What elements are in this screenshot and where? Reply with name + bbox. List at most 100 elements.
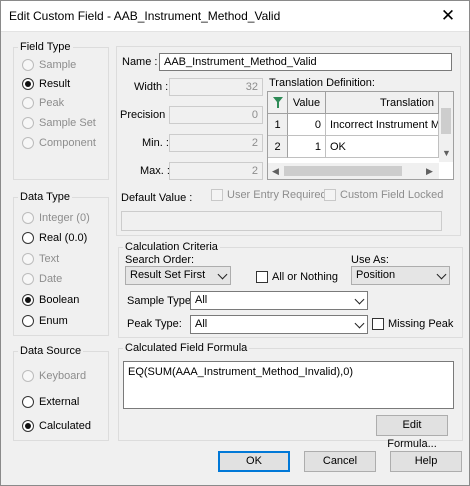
sample-type-value: All (195, 294, 208, 306)
min-label: Min. : (142, 137, 169, 149)
precision-label: Precision : (120, 109, 172, 121)
checkbox-box (256, 271, 268, 283)
use-as-select[interactable]: Position (351, 266, 450, 285)
radio-data-source-external[interactable]: External (22, 395, 79, 409)
translation-text-cell[interactable]: Incorrect Instrument Met (326, 114, 439, 136)
chevron-down-icon (436, 269, 447, 280)
custom-field-locked-checkbox[interactable]: Custom Field Locked (324, 189, 443, 201)
radio-data-source-keyboard[interactable]: Keyboard (22, 369, 86, 383)
radio-data-type-integer[interactable]: Integer (0) (22, 211, 90, 225)
min-field[interactable]: 2 (169, 134, 263, 152)
radio-dot (22, 294, 34, 306)
radio-label: Keyboard (39, 370, 87, 382)
scroll-left-arrow-icon[interactable]: ◀ (272, 166, 279, 177)
default-value-field[interactable] (121, 211, 442, 231)
precision-field[interactable]: 0 (169, 106, 263, 124)
translation-vertical-scrollbar[interactable]: ▼ (439, 92, 453, 162)
radio-field-type-sample[interactable]: Sample (22, 58, 76, 72)
grid-filter-icon (272, 97, 283, 108)
scroll-down-arrow-icon[interactable]: ▼ (442, 148, 451, 158)
use-as-value: Position (356, 269, 396, 281)
width-label: Width : (134, 81, 169, 93)
edit-custom-field-dialog: Edit Custom Field - AAB_Instrument_Metho… (0, 0, 470, 486)
ok-button[interactable]: OK (218, 451, 290, 472)
scrollbar-thumb[interactable] (284, 166, 402, 176)
radio-label: External (39, 396, 80, 408)
radio-field-type-component[interactable]: Component (22, 136, 96, 150)
checkbox-label: User Entry Required (227, 189, 327, 201)
radio-label: Peak (39, 97, 65, 109)
peak-type-select[interactable]: All (190, 315, 368, 334)
sample-type-select[interactable]: All (190, 291, 368, 310)
peak-type-label: Peak Type: (127, 318, 182, 330)
name-label: Name : (122, 56, 158, 68)
checkbox-box (324, 189, 336, 201)
column-header-value[interactable]: Value (288, 92, 326, 114)
radio-data-type-boolean[interactable]: Boolean (22, 293, 79, 307)
max-field[interactable]: 2 (169, 162, 263, 180)
translation-value-cell[interactable]: 1 (288, 136, 326, 158)
radio-data-type-date[interactable]: Date (22, 272, 62, 286)
radio-label: Sample (39, 59, 77, 71)
translation-grid: Value Translation 1 0 Incorrect Instrume… (267, 91, 454, 180)
translation-value-cell[interactable]: 0 (288, 114, 326, 136)
radio-label: Integer (0) (39, 212, 90, 224)
radio-field-type-peak[interactable]: Peak (22, 96, 64, 110)
title-bar: Edit Custom Field - AAB_Instrument_Metho… (1, 1, 469, 32)
radio-label: Boolean (39, 294, 80, 306)
calculation-criteria-legend: Calculation Criteria (125, 241, 218, 253)
scroll-right-arrow-icon[interactable]: ▶ (426, 166, 433, 177)
checkbox-box (211, 189, 223, 201)
window-title: Edit Custom Field - AAB_Instrument_Metho… (9, 9, 281, 23)
edit-formula-button[interactable]: Edit Formula... (376, 415, 448, 450)
radio-dot (22, 137, 34, 149)
close-icon[interactable]: ✕ (427, 1, 469, 31)
radio-dot (22, 273, 34, 285)
radio-label: Component (39, 137, 96, 149)
radio-label: Calculated (39, 420, 91, 432)
use-as-label: Use As: (351, 254, 389, 266)
formula-textarea[interactable]: EQ(SUM(AAA_Instrument_Method_Invalid),0) (123, 361, 454, 409)
radio-data-type-text[interactable]: Text (22, 252, 59, 266)
radio-label: Enum (39, 315, 68, 327)
search-order-select[interactable]: Result Set First (125, 266, 231, 285)
help-button[interactable]: Help (390, 451, 462, 472)
translation-text-cell[interactable]: OK (326, 136, 439, 158)
scrollbar-thumb[interactable] (441, 108, 451, 134)
translation-horizontal-scrollbar[interactable]: ◀ ▶ (268, 163, 439, 179)
radio-label: Date (39, 273, 63, 285)
radio-field-type-sample-set[interactable]: Sample Set (22, 116, 96, 130)
radio-data-type-real[interactable]: Real (0.0) (22, 231, 87, 245)
missing-peak-checkbox[interactable]: Missing Peak (372, 318, 453, 330)
chevron-down-icon (217, 269, 228, 280)
data-source-legend: Data Source (20, 345, 82, 357)
checkbox-label: Missing Peak (388, 318, 454, 330)
radio-data-source-calculated[interactable]: Calculated (22, 419, 91, 433)
radio-dot (22, 396, 34, 408)
radio-dot (22, 59, 34, 71)
name-field[interactable]: AAB_Instrument_Method_Valid (159, 53, 452, 71)
radio-data-type-enum[interactable]: Enum (22, 314, 68, 328)
radio-dot (22, 117, 34, 129)
all-or-nothing-checkbox[interactable]: All or Nothing (256, 271, 338, 283)
row-number: 2 (268, 136, 288, 158)
grid-corner (268, 92, 288, 114)
user-entry-required-checkbox[interactable]: User Entry Required (211, 189, 327, 201)
radio-label: Sample Set (39, 117, 96, 129)
formula-legend: Calculated Field Formula (125, 342, 248, 354)
chevron-down-icon (354, 318, 365, 329)
radio-dot (22, 78, 34, 90)
row-number: 1 (268, 114, 288, 136)
sample-type-label: Sample Type: (127, 295, 195, 307)
radio-dot (22, 253, 34, 265)
field-type-legend: Field Type (20, 41, 71, 53)
radio-field-type-result[interactable]: Result (22, 77, 70, 91)
radio-dot (22, 370, 34, 382)
checkbox-label: All or Nothing (272, 271, 339, 283)
width-field[interactable]: 32 (169, 78, 263, 96)
column-header-translation[interactable]: Translation (326, 92, 439, 114)
radio-dot (22, 232, 34, 244)
cancel-button[interactable]: Cancel (304, 451, 376, 472)
radio-dot (22, 212, 34, 224)
radio-label: Result (39, 78, 71, 90)
